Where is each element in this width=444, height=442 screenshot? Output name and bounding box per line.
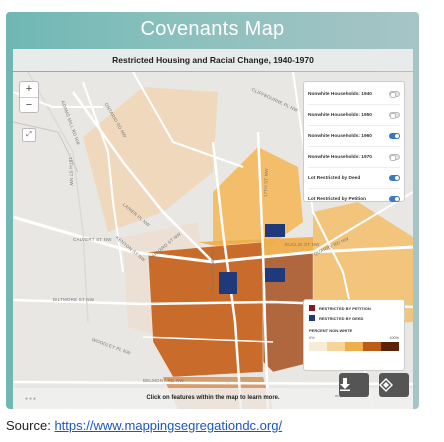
- deed-lot-2[interactable]: [219, 272, 237, 294]
- legend-label: RESTRICTED BY DEED: [319, 315, 364, 321]
- carousel-dots[interactable]: ●●●: [25, 396, 37, 402]
- page-title: Covenants Map: [140, 18, 285, 40]
- ramp-step: [327, 342, 345, 351]
- street-label-calvert: CALVERT ST NW: [73, 237, 112, 242]
- legend-ramp-title: PERCENT NON-WHITE: [309, 328, 353, 333]
- legend-row-petition: RESTRICTED BY PETITION: [309, 303, 399, 313]
- layers-icon: [379, 378, 393, 392]
- layer-row-1970[interactable]: Nonwhite Households: 1970: [308, 147, 400, 168]
- toggle-switch[interactable]: [389, 154, 400, 161]
- toggle-switch[interactable]: [389, 91, 400, 98]
- ramp-step: [381, 342, 399, 351]
- download-button[interactable]: [339, 373, 369, 397]
- layer-label: Lot Restricted by Petition: [308, 196, 367, 202]
- street-label-champlain: CHAMPLAIN ST NW: [210, 247, 215, 292]
- layers-button[interactable]: [379, 373, 409, 397]
- source-line: Source: https://www.mappingsegregationdc…: [6, 418, 282, 433]
- deed-lot-1[interactable]: [265, 224, 285, 237]
- toggle-switch[interactable]: [389, 175, 400, 181]
- map-legend: RESTRICTED BY PETITION RESTRICTED BY DEE…: [303, 299, 405, 371]
- fullscreen-button[interactable]: ⤢: [22, 128, 36, 142]
- petition-swatch: [309, 305, 315, 311]
- ramp-step: [309, 342, 327, 351]
- layer-toggle-panel: Nonwhite Households: 1940 Nonwhite House…: [303, 81, 405, 202]
- layer-row-petition[interactable]: Lot Restricted by Petition: [308, 189, 400, 209]
- map-subtitle: Restricted Housing and Racial Change, 19…: [13, 49, 413, 71]
- ramp-step: [363, 342, 381, 351]
- ramp-max-label: 100%: [389, 336, 399, 340]
- layer-label: Nonwhite Households: 1940: [308, 91, 372, 97]
- layer-row-1960[interactable]: Nonwhite Households: 1960: [308, 126, 400, 147]
- layer-row-deed[interactable]: Lot Restricted by Deed: [308, 168, 400, 189]
- street-label-18th: 18TH ST NW: [68, 157, 75, 186]
- street-label-17th: 17TH ST NW: [263, 168, 269, 198]
- layer-label: Lot Restricted by Deed: [308, 175, 361, 181]
- street-label-biltmore: BILTMORE ST NW: [53, 297, 95, 302]
- ramp-step: [345, 342, 363, 351]
- map-app-frame: Covenants Map Restricted Housing and Rac…: [6, 12, 419, 409]
- toggle-switch[interactable]: [389, 196, 400, 202]
- legend-label: RESTRICTED BY PETITION: [319, 305, 371, 311]
- street-label-euclid: EUCLID ST NW: [285, 242, 320, 247]
- color-ramp: [309, 342, 399, 351]
- toggle-switch[interactable]: [389, 112, 400, 119]
- layer-row-1940[interactable]: Nonwhite Households: 1940: [308, 84, 400, 105]
- legend-ramp-labels: 0% 100%: [309, 336, 399, 340]
- legend-row-deed: RESTRICTED BY DEED: [309, 313, 399, 323]
- zoom-out-button[interactable]: −: [20, 97, 38, 113]
- street-label-belmont: BELMONT RD NW: [143, 378, 184, 383]
- layer-label: Nonwhite Households: 1960: [308, 133, 372, 139]
- source-link[interactable]: https://www.mappingsegregationdc.org/: [54, 418, 282, 433]
- layer-row-1950[interactable]: Nonwhite Households: 1950: [308, 105, 400, 126]
- layer-label: Nonwhite Households: 1970: [308, 154, 372, 160]
- layer-label: Nonwhite Households: 1950: [308, 112, 372, 118]
- deed-swatch: [309, 315, 315, 321]
- deed-lot-3[interactable]: [265, 268, 285, 282]
- map-canvas[interactable]: + − ⤢ CALVERT ST NW BILTMORE ST NW ONTAR…: [13, 72, 413, 409]
- zoom-control: + −: [19, 81, 39, 113]
- download-icon: [340, 378, 350, 391]
- ramp-min-label: 0%: [309, 336, 315, 340]
- toggle-switch[interactable]: [389, 133, 400, 139]
- zoom-in-button[interactable]: +: [20, 82, 38, 97]
- source-label: Source:: [6, 418, 51, 433]
